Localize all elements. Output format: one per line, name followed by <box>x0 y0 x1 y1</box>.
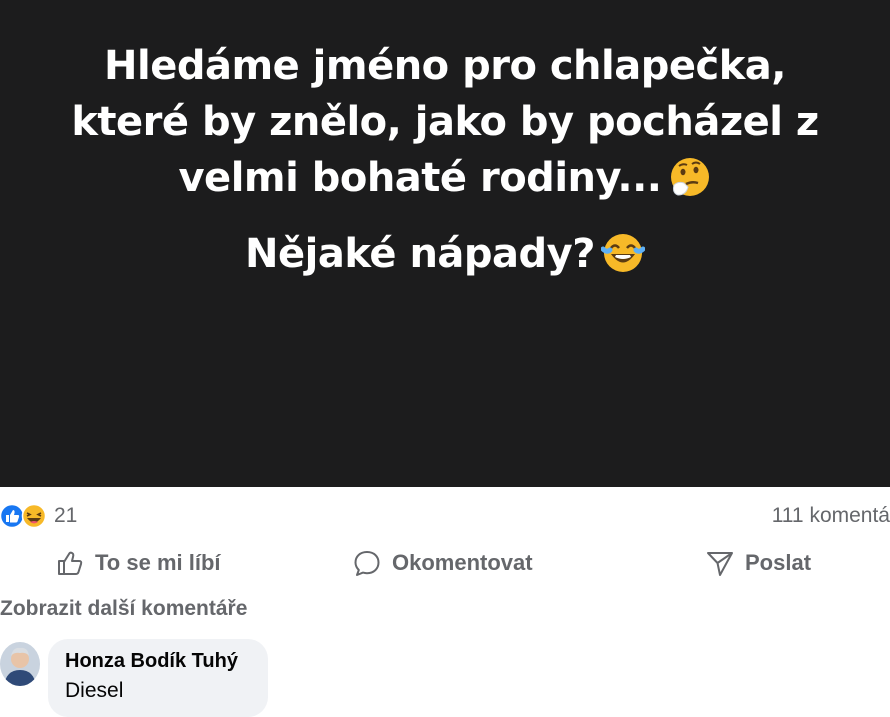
post-text-question: Hledáme jméno pro chlapečka, které by zn… <box>40 38 850 206</box>
like-button[interactable]: To se mi líbí <box>55 546 221 580</box>
thinking-face-emoji-icon <box>670 158 709 196</box>
comment-button[interactable]: Okomentovat <box>352 546 533 580</box>
tears-of-joy-emoji-icon <box>600 234 645 272</box>
post-image[interactable]: Hledáme jméno pro chlapečka, které by zn… <box>0 0 890 487</box>
send-label: Poslat <box>745 550 812 575</box>
post-actions: To se mi líbí Okomentovat Poslat <box>0 540 890 584</box>
haha-reaction-icon <box>21 503 47 529</box>
comment-text: Diesel <box>65 679 124 702</box>
comment-label: Okomentovat <box>392 550 533 575</box>
speech-bubble-icon <box>354 551 380 576</box>
like-label: To se mi líbí <box>95 550 221 575</box>
profile-photo-icon <box>0 642 40 686</box>
send-button[interactable]: Poslat <box>705 546 811 580</box>
reaction-icons[interactable] <box>0 503 48 529</box>
reaction-count[interactable]: 21 <box>54 504 77 528</box>
post-text-line: Nějaké nápady? <box>245 231 595 277</box>
avatar[interactable] <box>0 642 40 686</box>
thumbs-up-icon <box>58 551 83 575</box>
post-text-prompt: Nějaké nápady? <box>40 226 850 282</box>
like-reaction-icon <box>0 503 25 529</box>
comment-bubble: Honza Bodík Tuhý Diesel <box>48 639 268 717</box>
comment-count[interactable]: 111 komentá <box>772 504 890 528</box>
send-icon <box>707 552 733 576</box>
view-more-comments-link[interactable]: Zobrazit další komentáře <box>0 597 247 621</box>
reactions-summary: 21 111 komentá <box>0 500 890 532</box>
comment-author[interactable]: Honza Bodík Tuhý <box>65 650 238 673</box>
